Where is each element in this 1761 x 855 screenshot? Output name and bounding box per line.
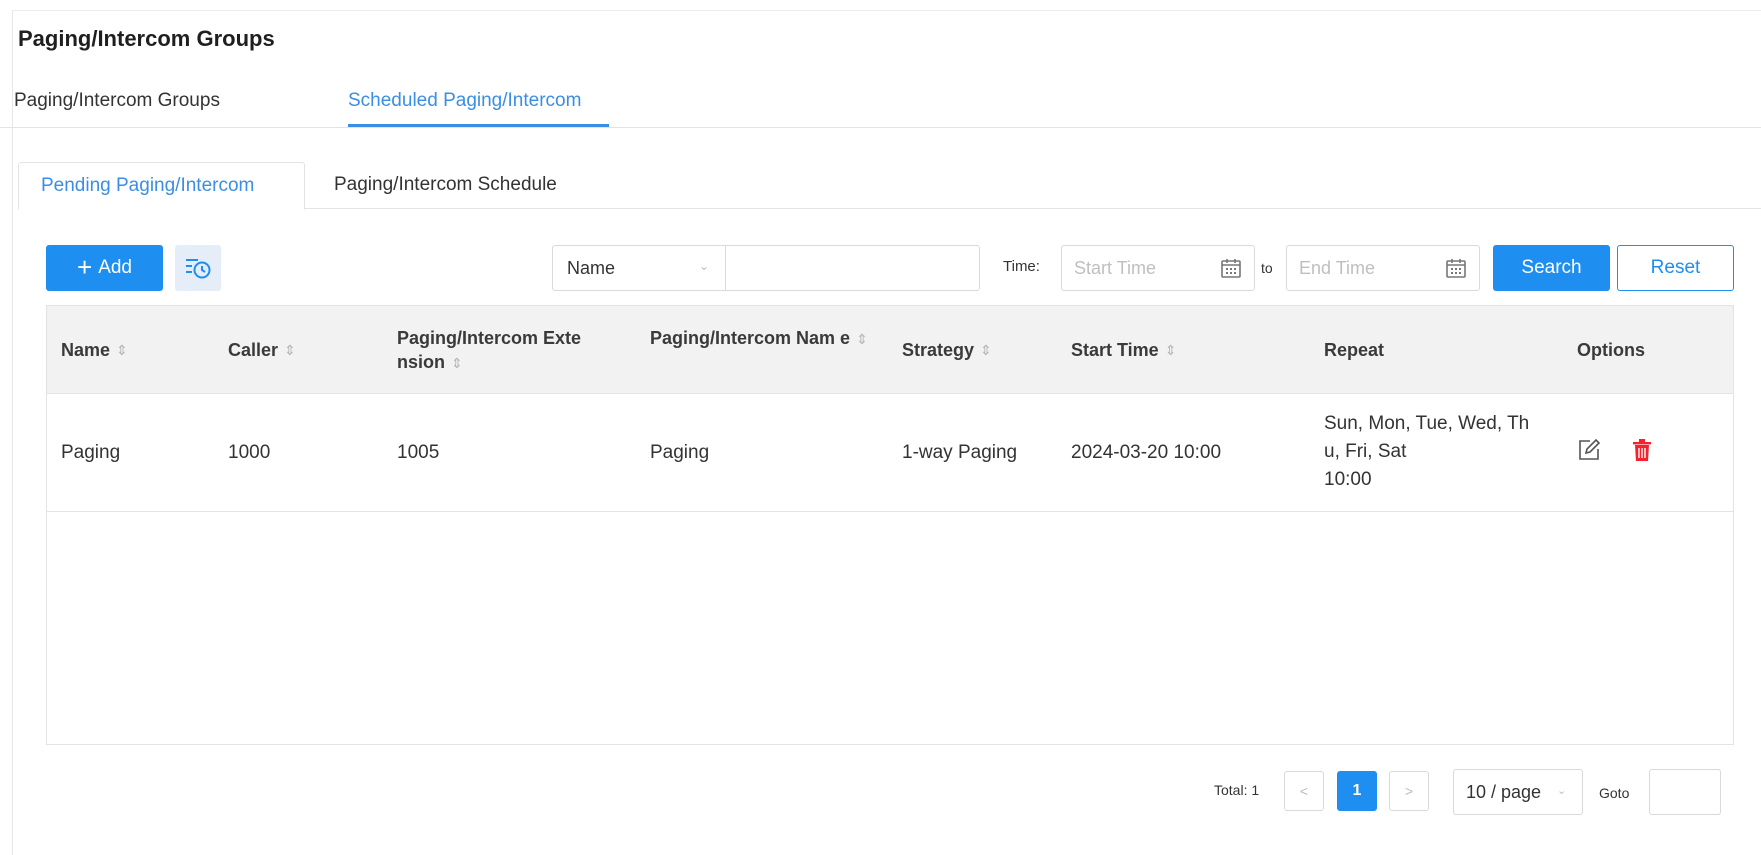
schedule-table: Name ⇕ Caller ⇕ Paging/Intercom Exte nsion… [46,305,1734,745]
time-label: Time: [1003,258,1040,275]
top-tab-bar: Paging/Intercom Groups Scheduled Paging/… [0,84,1761,128]
tab-paging-intercom-groups[interactable]: Paging/Intercom Groups [14,90,220,112]
page-title: Paging/Intercom Groups [18,26,275,51]
cell-extension: 1005 [397,442,440,463]
search-button[interactable]: Search [1493,245,1610,291]
start-time-placeholder: Start Time [1074,258,1157,278]
filter-field-value: Name [567,258,616,278]
end-time-placeholder: End Time [1299,258,1376,278]
cell-repeat: Sun, Mon, Tue, Wed, Th u, Fri, Sat 10:00 [1324,413,1530,490]
sort-icon: ⇕ [1164,342,1177,358]
page-1-button[interactable]: 1 [1337,771,1377,811]
column-header-repeat: Repeat [1324,340,1385,360]
sub-tab-bar: Pending Paging/Intercom Paging/Intercom … [18,162,1761,210]
page-size-select[interactable]: 10 / page ⌄ [1453,769,1583,815]
tab-scheduled-paging-intercom[interactable]: Scheduled Paging/Intercom [348,90,581,112]
calendar-icon [1446,259,1466,278]
column-header-name[interactable]: Name ⇕ [61,306,128,394]
tab-paging-intercom-schedule[interactable]: Paging/Intercom Schedule [334,162,557,210]
pagination-total: Total: 1 [1214,782,1260,798]
edit-icon[interactable] [1577,438,1601,462]
cell-name: Paging [61,442,121,463]
sort-icon: ⇕ [856,331,868,347]
column-header-options: Options [1577,340,1645,360]
delete-icon[interactable] [1631,438,1653,462]
goto-page-input[interactable] [1649,769,1721,815]
plus-icon: + [77,252,93,282]
sort-icon: ⇕ [116,342,128,358]
schedule-list-button[interactable] [175,245,221,291]
to-label: to [1261,260,1273,276]
sort-icon: ⇕ [284,342,296,358]
table-row: Paging 1000 1005 Paging 1-way Paging 202… [47,394,1733,512]
column-header-group-name[interactable]: Paging/Intercom Nam e ⇕ [650,306,880,394]
column-header-caller[interactable]: Caller ⇕ [228,306,296,394]
page-size-value: 10 / page [1466,782,1542,802]
active-tab-indicator [348,124,609,127]
chevron-down-icon: ⌄ [699,259,710,273]
goto-label: Goto [1599,785,1630,801]
sort-icon: ⇕ [451,355,463,371]
cell-caller: 1000 [228,442,271,463]
column-header-extension[interactable]: Paging/Intercom Exte nsion ⇕ [397,306,627,394]
schedule-list-icon [186,259,211,279]
reset-button[interactable]: Reset [1617,245,1734,291]
column-header-strategy[interactable]: Strategy ⇕ [902,306,992,394]
cell-start-time: 2024-03-20 10:00 [1071,442,1222,463]
calendar-icon [1221,259,1241,278]
sort-icon: ⇕ [980,342,992,358]
prev-page-button[interactable]: < [1284,771,1324,811]
cell-strategy: 1-way Paging [902,442,1018,463]
add-button-label: Add [98,257,132,278]
filter-field-select[interactable]: Name ⌄ [552,245,726,291]
chevron-down-icon: ⌄ [1557,785,1567,797]
filter-keyword-input[interactable] [725,245,980,291]
cell-group-name: Paging [650,442,710,463]
start-time-picker[interactable]: Start Time [1061,245,1255,291]
next-page-button[interactable]: > [1389,771,1429,811]
table-header: Name ⇕ Caller ⇕ Paging/Intercom Exte nsion… [47,306,1733,394]
add-button[interactable]: + Add [46,245,163,291]
column-header-start-time[interactable]: Start Time ⇕ [1071,306,1176,394]
tab-pending-paging-intercom[interactable]: Pending Paging/Intercom [18,162,305,210]
end-time-picker[interactable]: End Time [1286,245,1480,291]
